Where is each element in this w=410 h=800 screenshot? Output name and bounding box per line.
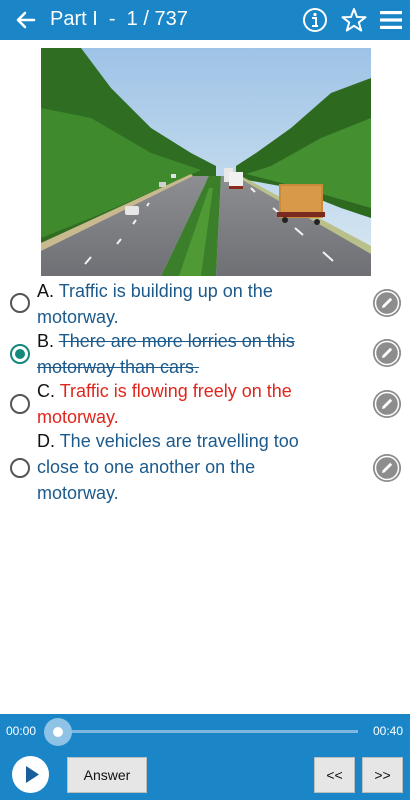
option-a[interactable]: A. Traffic is building up on the motorwa… bbox=[0, 280, 410, 330]
option-b-text[interactable]: B. There are more lorries on this motorw… bbox=[37, 328, 332, 380]
option-d-text[interactable]: D. The vehicles are travelling too close… bbox=[37, 428, 332, 506]
option-a-letter: A. bbox=[37, 281, 55, 301]
info-icon[interactable] bbox=[301, 6, 329, 34]
edit-note-icon[interactable] bbox=[373, 454, 401, 482]
option-c-text[interactable]: C. Traffic is flowing freely on the moto… bbox=[37, 378, 332, 430]
option-a-text[interactable]: A. Traffic is building up on the motorwa… bbox=[37, 278, 332, 330]
back-arrow-icon[interactable] bbox=[12, 6, 40, 34]
seek-thumb[interactable] bbox=[44, 718, 72, 746]
option-d-letter: D. bbox=[37, 431, 55, 451]
option-b-body-struck: There are more lorries on this motorway … bbox=[37, 331, 295, 377]
option-b-letter: B. bbox=[37, 331, 55, 351]
play-icon bbox=[12, 756, 49, 793]
next-button[interactable]: >> bbox=[362, 757, 403, 793]
option-b-radio-selected[interactable] bbox=[10, 344, 30, 364]
audio-player-bar: 00:00 00:40 Answer << >> bbox=[0, 714, 410, 800]
option-d-body: The vehicles are travelling too close to… bbox=[37, 431, 299, 503]
menu-icon[interactable] bbox=[377, 6, 405, 34]
previous-button[interactable]: << bbox=[314, 757, 355, 793]
option-c-radio[interactable] bbox=[10, 394, 30, 414]
option-d[interactable]: D. The vehicles are travelling too close… bbox=[0, 430, 410, 508]
question-photo bbox=[41, 48, 371, 276]
edit-note-icon[interactable] bbox=[373, 339, 401, 367]
option-a-body: Traffic is building up on the motorway. bbox=[37, 281, 273, 327]
option-c-letter: C. bbox=[37, 381, 55, 401]
edit-note-icon[interactable] bbox=[373, 289, 401, 317]
option-b[interactable]: B. There are more lorries on this motorw… bbox=[0, 330, 410, 380]
option-d-radio[interactable] bbox=[10, 458, 30, 478]
page-title: Part I - 1 / 737 bbox=[50, 8, 188, 30]
app-bar: Part I - 1 / 737 bbox=[0, 0, 410, 40]
total-time: 00:40 bbox=[373, 724, 404, 738]
option-c[interactable]: C. Traffic is flowing freely on the moto… bbox=[0, 380, 410, 430]
answer-button[interactable]: Answer bbox=[67, 757, 147, 793]
play-button[interactable] bbox=[12, 756, 49, 793]
option-a-radio[interactable] bbox=[10, 293, 30, 313]
current-time: 00:00 bbox=[6, 724, 37, 738]
seek-track[interactable] bbox=[58, 730, 358, 733]
star-icon[interactable] bbox=[340, 6, 368, 34]
option-c-body-incorrect: Traffic is flowing freely on the motorwa… bbox=[37, 381, 292, 427]
edit-note-icon[interactable] bbox=[373, 390, 401, 418]
